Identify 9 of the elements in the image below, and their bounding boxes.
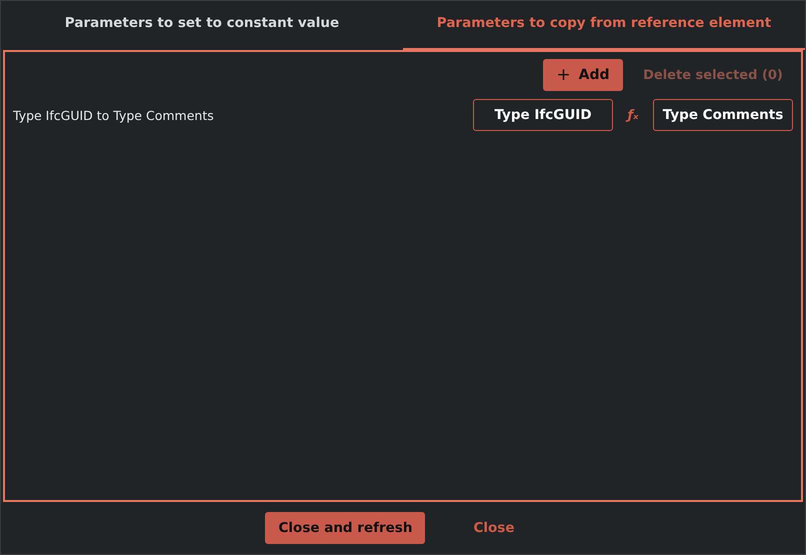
mapping-label: Type IfcGUID to Type Comments [13,108,215,122]
tab[interactable]: Parameters to set to constant value [1,1,403,50]
close-button[interactable]: Close [467,519,520,537]
close-and-refresh-button[interactable]: Close and refresh [265,512,426,544]
tab[interactable]: Parameters to copy from reference element [403,1,805,50]
source-parameter-button[interactable]: Type IfcGUID [473,99,613,131]
target-parameter-button[interactable]: Type Comments [653,99,793,131]
add-button[interactable]: + Add [543,59,623,91]
function-icon[interactable]: ƒₓ [613,108,653,122]
